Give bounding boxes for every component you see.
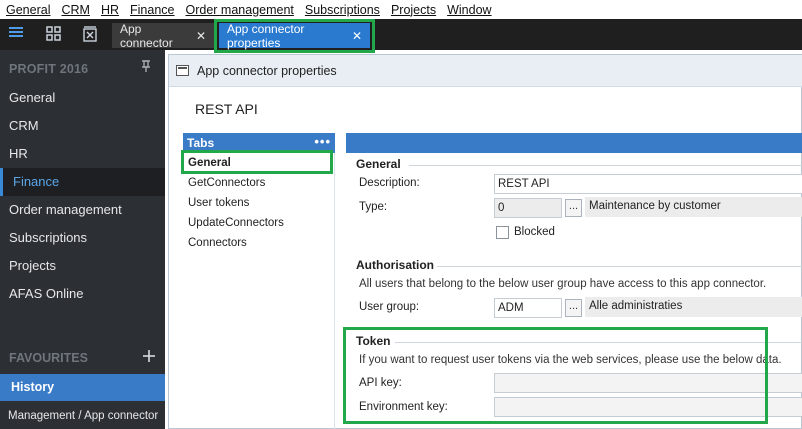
sidebar-item-order-management[interactable]: Order management	[0, 196, 165, 224]
authorisation-note: All users that belong to the below user …	[359, 278, 767, 290]
tab-bar: App connector ✕ App connector properties…	[0, 19, 802, 50]
sidebar-item-hr[interactable]: HR	[0, 140, 165, 168]
menu-general[interactable]: General	[6, 3, 50, 17]
sidebar-item-subscriptions[interactable]: Subscriptions	[0, 224, 165, 252]
tabs-panel: General GetConnectors User tokens Update…	[183, 153, 335, 429]
page-title: REST API	[195, 101, 258, 117]
window-title-bar: App connector properties	[169, 55, 802, 87]
add-favourite-icon[interactable]	[143, 346, 155, 367]
tab-connectors[interactable]: Connectors	[188, 237, 247, 249]
section-authorisation-title: Authorisation	[356, 258, 434, 272]
menu-projects[interactable]: Projects	[391, 3, 436, 17]
divider	[409, 165, 802, 166]
hamburger-menu-icon[interactable]	[6, 25, 26, 43]
tab-label: App connector	[120, 21, 173, 50]
menu-subscriptions[interactable]: Subscriptions	[305, 3, 380, 17]
divider	[437, 266, 802, 267]
type-description: Maintenance by customer	[585, 197, 802, 217]
type-lookup-button[interactable]: ...	[565, 199, 582, 217]
sidebar-header: PROFIT 2016	[9, 62, 89, 76]
sidebar-item-finance[interactable]: Finance	[0, 168, 165, 196]
user-group-description: Alle administraties	[585, 297, 802, 317]
more-options-icon[interactable]: •••	[314, 132, 331, 152]
sidebar-item-projects[interactable]: Projects	[0, 252, 165, 280]
user-group-lookup-button[interactable]: ...	[565, 299, 582, 317]
close-all-icon[interactable]	[80, 25, 100, 43]
highlight-box-general-tab	[181, 150, 333, 174]
history-tab[interactable]: History	[0, 374, 165, 401]
menu-bar: General CRM HR Finance Order management …	[0, 0, 802, 19]
tabs-header-label: Tabs	[187, 136, 215, 150]
window-icon	[176, 65, 189, 76]
menu-hr[interactable]: HR	[101, 3, 119, 17]
description-field[interactable]: REST API	[494, 174, 802, 194]
user-group-field[interactable]: ADM	[494, 298, 562, 318]
tab-getconnectors[interactable]: GetConnectors	[188, 177, 265, 189]
menu-finance[interactable]: Finance	[130, 3, 174, 17]
tab-app-connector[interactable]: App connector ✕	[112, 21, 214, 50]
tab-user-tokens[interactable]: User tokens	[188, 197, 249, 209]
blocked-label: Blocked	[514, 226, 555, 238]
blocked-checkbox[interactable]	[496, 226, 509, 239]
section-general-title: General	[356, 157, 401, 171]
favourites-header: FAVOURITES	[9, 351, 88, 365]
form-header-strip	[346, 133, 802, 153]
sidebar-item-general[interactable]: General	[0, 84, 165, 112]
highlight-box-tab	[214, 19, 375, 53]
window-title: App connector properties	[197, 63, 337, 78]
tab-updateconnectors[interactable]: UpdateConnectors	[188, 217, 284, 229]
close-icon[interactable]: ✕	[196, 29, 206, 43]
type-field[interactable]: 0	[494, 198, 562, 218]
sidebar-item-crm[interactable]: CRM	[0, 112, 165, 140]
sidebar-item-afas-online[interactable]: AFAS Online	[0, 280, 165, 308]
breadcrumb[interactable]: Management / App connector	[8, 410, 158, 422]
user-group-label: User group:	[359, 301, 420, 313]
pin-icon[interactable]	[141, 60, 151, 76]
highlight-box-token-section	[343, 327, 768, 424]
menu-crm[interactable]: CRM	[61, 3, 89, 17]
description-label: Description:	[359, 177, 420, 189]
menu-window[interactable]: Window	[447, 3, 491, 17]
type-label: Type:	[359, 201, 388, 213]
dashboard-grid-icon[interactable]	[44, 25, 64, 43]
sidebar: PROFIT 2016 General CRM HR Finance Order…	[0, 50, 165, 429]
menu-order-management[interactable]: Order management	[186, 3, 294, 17]
